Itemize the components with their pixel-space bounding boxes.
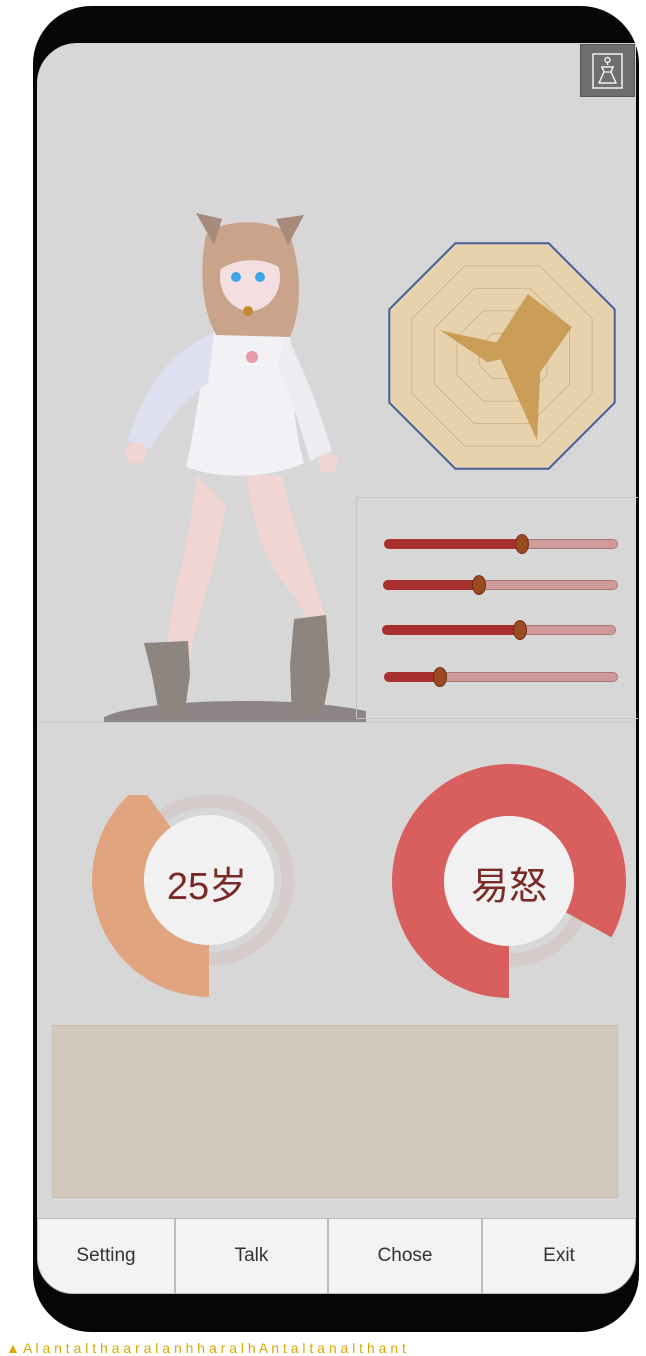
console-warning: ▲ A l a n t a l t h a a r a l a n h h a … [6, 1340, 406, 1356]
character-bell [243, 306, 253, 316]
slider-handle[interactable] [513, 620, 528, 640]
character-right-hand [318, 453, 338, 473]
character-right-eye [255, 272, 265, 282]
bottom-nav-bar: Setting Talk Chose Exit [37, 1218, 636, 1294]
character-base [104, 701, 366, 723]
character-model[interactable] [104, 205, 366, 723]
character-right-leg [246, 475, 326, 625]
character-left-leg [166, 475, 226, 657]
character-left-hand [125, 442, 147, 464]
warning-icon: ▲ [6, 1340, 20, 1356]
chose-button[interactable]: Chose [328, 1218, 482, 1294]
attribute-slider-2[interactable] [383, 575, 618, 595]
exit-button[interactable]: Exit [482, 1218, 636, 1294]
mood-gauge: 易怒 [391, 763, 627, 999]
dialogue-box [52, 1025, 618, 1198]
slider-fill [384, 672, 441, 682]
slider-handle[interactable] [433, 667, 448, 687]
slider-fill [382, 625, 521, 635]
character-cat-badge [246, 351, 258, 363]
mood-label: 易怒 [470, 866, 547, 908]
attribute-slider-4[interactable] [384, 667, 618, 687]
slider-handle[interactable] [472, 575, 487, 595]
age-gauge: 25岁 [91, 785, 326, 999]
section-divider [37, 722, 636, 723]
slider-fill [384, 539, 523, 549]
dress-hanger-icon [592, 53, 623, 89]
talk-button[interactable]: Talk [175, 1218, 328, 1294]
attribute-slider-1[interactable] [384, 534, 618, 554]
slider-fill [383, 580, 480, 590]
setting-button[interactable]: Setting [37, 1218, 175, 1294]
character-left-eye [231, 272, 241, 282]
character-right-boot [290, 615, 330, 719]
attribute-slider-3[interactable] [382, 620, 616, 640]
warning-text: A l a n t a l t h a a r a l a n h h a r … [22, 1340, 406, 1356]
wardrobe-button[interactable] [580, 44, 635, 97]
age-label: 25岁 [166, 866, 248, 908]
slider-handle[interactable] [515, 534, 530, 554]
radar-chart [388, 242, 616, 470]
